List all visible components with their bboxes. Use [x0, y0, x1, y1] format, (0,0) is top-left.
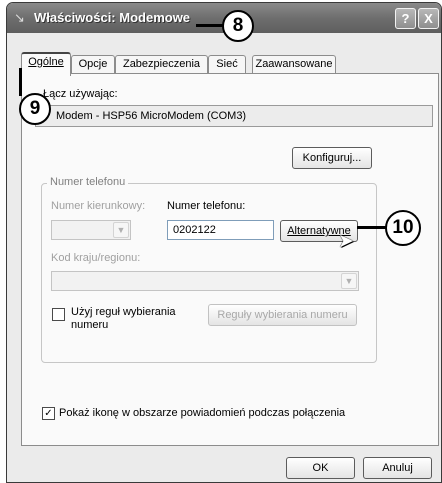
cancel-button[interactable]: Anuluj [363, 457, 432, 479]
dialing-rules-label-line1: Użyj reguł wybierania [71, 306, 176, 318]
phone-number-label: Numer telefonu: [167, 200, 246, 212]
show-icon-label: Pokaż ikonę w obszarze powiadomień podcz… [59, 407, 346, 419]
country-code-label: Kod kraju/regionu: [51, 252, 141, 264]
dialing-rules-button[interactable]: Reguły wybierania numeru [208, 304, 357, 326]
show-icon-checkbox[interactable]: ✓ [42, 407, 55, 420]
ok-button[interactable]: OK [286, 457, 355, 479]
network-connection-icon: ↘ [14, 10, 25, 25]
callout-9: 9 [19, 93, 51, 125]
tab-security[interactable]: Zabezpieczenia [115, 55, 208, 74]
tab-general-label: Ogólne [28, 56, 64, 68]
country-code-combo: ▼ [51, 271, 359, 291]
chevron-down-icon: ▼ [341, 273, 357, 289]
dialing-rules-checkbox[interactable] [52, 308, 65, 321]
configure-button[interactable]: Konfiguruj... [292, 147, 372, 169]
connect-using-label: Łącz używając: [43, 88, 118, 100]
chevron-down-icon: ▼ [113, 222, 129, 238]
properties-window: ↘ Właściwości: Modemowe ? X Ogólne Opcje… [6, 2, 442, 483]
close-button[interactable]: X [418, 8, 439, 29]
checkmark-icon: ✓ [44, 408, 53, 419]
phone-group-title: Numer telefonu [47, 176, 129, 188]
area-code-combo: ▼ [51, 220, 131, 240]
mouse-pointer-icon: ➤ [338, 231, 354, 252]
dialing-rules-label: Użyj reguł wybierania numeru [71, 306, 176, 332]
tab-options[interactable]: Opcje [71, 55, 115, 74]
help-button[interactable]: ? [395, 8, 416, 29]
callout-9-leader [19, 68, 22, 96]
window-title: Właściwości: Modemowe [34, 10, 191, 25]
dialing-rules-label-line2: numeru [71, 319, 109, 331]
phone-number-input[interactable]: 0202122 [167, 220, 274, 240]
device-name-field: Modem - HSP56 MicroModem (COM3) [35, 105, 433, 127]
tab-general[interactable]: Ogólne [21, 52, 71, 76]
tab-advanced[interactable]: Zaawansowane [252, 55, 336, 74]
callout-8: 8 [222, 10, 254, 42]
area-code-label: Numer kierunkowy: [51, 200, 146, 212]
callout-10-leader [357, 226, 387, 229]
callout-10: 10 [385, 210, 421, 246]
tab-network[interactable]: Sieć [208, 55, 246, 74]
